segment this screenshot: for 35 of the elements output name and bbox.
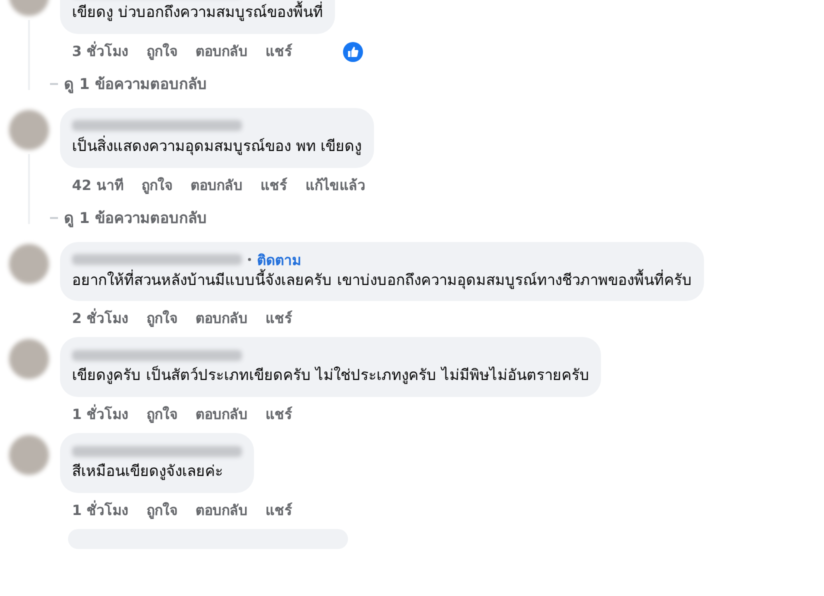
view-replies-link[interactable]: ดู 1 ข้อความตอบกลับ — [64, 206, 207, 230]
avatar[interactable] — [9, 339, 49, 380]
comment-action-link[interactable]: ตอบกลับ — [196, 498, 248, 521]
avatar[interactable] — [9, 244, 49, 284]
comment-time[interactable]: 1 ชั่วโมง — [72, 498, 129, 521]
edited-label: แก้ไขแล้ว — [305, 176, 366, 196]
comment-action-link[interactable]: ตอบกลับ — [196, 40, 248, 62]
separator-dot — [248, 258, 251, 261]
comment-action-link[interactable]: ถูกใจ — [146, 40, 178, 62]
comment-time[interactable]: 2 ชั่วโมง — [72, 307, 129, 330]
comment-text: เป็นสิ่งแสดงความอุดมสมบูรณ์ของ พท เขียดงู — [72, 136, 362, 158]
comment-action-link[interactable]: แชร์ — [266, 307, 293, 330]
avatar[interactable] — [9, 435, 49, 475]
comment-action-link[interactable]: ตอบกลับ — [190, 174, 242, 196]
comment-action-link[interactable]: แชร์ — [266, 403, 293, 425]
comment-time[interactable]: 1 ชั่วโมง — [72, 403, 129, 425]
follow-link[interactable]: ติดตาม — [257, 248, 301, 270]
comment-time[interactable]: 42 นาที — [72, 174, 124, 196]
comment-action-link[interactable]: ถูกใจ — [146, 498, 178, 521]
comment-action-link[interactable]: ถูกใจ — [146, 403, 178, 425]
view-replies-link[interactable]: ดู 1 ข้อความตอบกลับ — [64, 72, 207, 96]
comment-action-link[interactable]: แชร์ — [266, 40, 293, 62]
comment-action-link[interactable]: ถูกใจ — [141, 174, 172, 196]
comment-time[interactable]: 3 ชั่วโมง — [72, 40, 129, 62]
comment-text: เขียดงู บ่วบอกถึงความสมบูรณ์ของพื้นที่ — [72, 2, 323, 23]
comment-text: สีเหมือนเขียดงูจังเลยค่ะ — [72, 461, 224, 482]
comment-action-link[interactable]: ตอบกลับ — [196, 307, 248, 330]
like-reaction-icon — [342, 42, 363, 62]
comment-action-link[interactable]: ตอบกลับ — [196, 403, 248, 425]
comment-text: เขียดงูครับ เป็นสัตว์ประเภทเขียดครับ ไม่ใช่ประเภทงูครับ ไม่มีพิษไม่อันตรายครับ — [72, 365, 590, 386]
comment-text: อยากให้ที่สวนหลังบ้านมีแบบนี้จังเลยครับ เขาบ่งบอกถึงความอุดมสมบูรณ์ทางชีวภาพของพื้นที่ครับ — [72, 270, 692, 292]
comment-action-link[interactable]: แชร์ — [266, 498, 293, 521]
avatar[interactable] — [9, 110, 49, 150]
comment-action-link[interactable]: ถูกใจ — [146, 307, 178, 330]
comment-action-link[interactable]: แชร์ — [260, 174, 288, 196]
